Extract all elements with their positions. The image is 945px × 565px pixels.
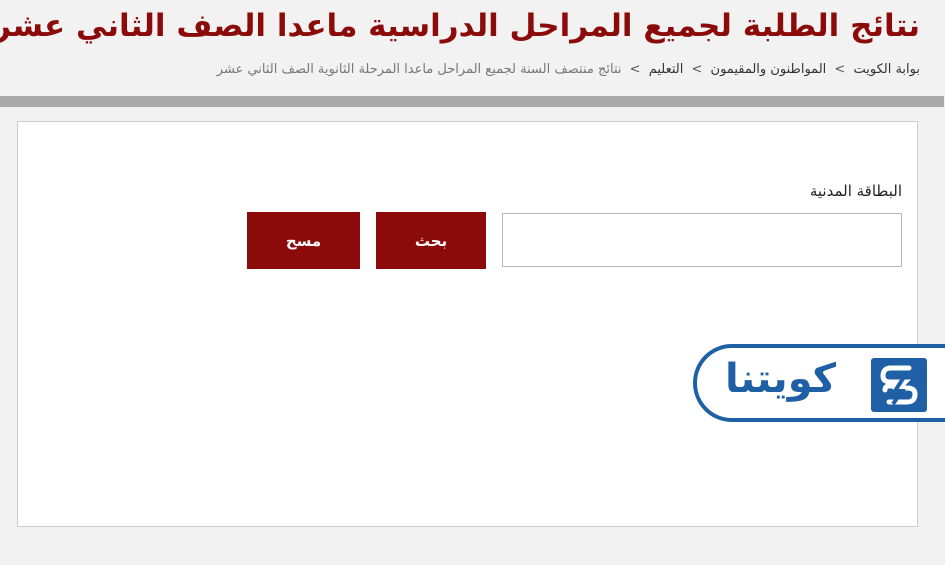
breadcrumb: بوابة الكويت > المواطنون والمقيمون > الت… — [218, 62, 921, 77]
clear-button[interactable]: مسح — [248, 212, 361, 269]
results-form-panel: البطاقة المدنية بحث مسح — [18, 121, 919, 527]
civil-id-label: البطاقة المدنية — [810, 182, 903, 200]
page-title: نتائج الطلبة لجميع المراحل الدراسية ماعد… — [0, 8, 921, 44]
civil-id-input[interactable] — [503, 213, 903, 267]
breadcrumb-separator: > — [630, 62, 642, 77]
lightning-s-icon — [872, 358, 928, 412]
kuwaitna-watermark-logo: كويتنا — [694, 344, 945, 422]
breadcrumb-separator: > — [835, 62, 847, 77]
header-divider — [0, 96, 945, 107]
breadcrumb-current-page: نتائج منتصف السنة لجميع المراحل ماعدا ال… — [217, 62, 623, 77]
search-button[interactable]: بحث — [377, 212, 487, 269]
page-header: نتائج الطلبة لجميع المراحل الدراسية ماعد… — [0, 0, 945, 96]
breadcrumb-separator: > — [692, 62, 704, 77]
breadcrumb-kuwait-portal[interactable]: بوابة الكويت — [854, 62, 921, 77]
breadcrumb-education[interactable]: التعليم — [650, 62, 685, 77]
breadcrumb-citizens-residents[interactable]: المواطنون والمقيمون — [712, 62, 828, 77]
logo-text: كويتنا — [726, 356, 838, 402]
